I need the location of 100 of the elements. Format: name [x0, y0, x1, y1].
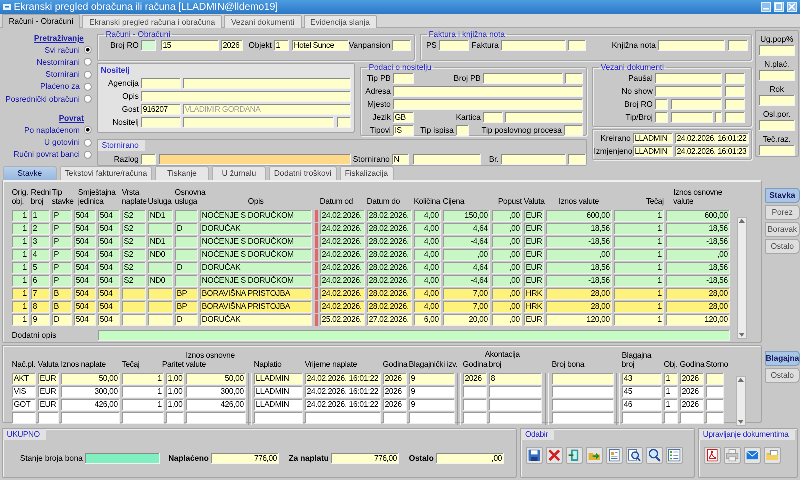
input-field[interactable]	[564, 125, 583, 136]
tab[interactable]: Ekranski pregled računa i obračuna	[82, 15, 222, 28]
input-field[interactable]: 916207	[141, 104, 181, 115]
tab[interactable]: Tekstovi fakture/računa	[60, 166, 152, 180]
input-field[interactable]	[159, 154, 351, 165]
radio-button[interactable]	[84, 126, 92, 134]
side-tab[interactable]: Blagajna	[765, 351, 800, 366]
scrollbar[interactable]	[736, 376, 746, 426]
input-field[interactable]: Hotel Sunce	[292, 40, 349, 51]
input-field[interactable]	[568, 40, 586, 51]
radio-button[interactable]	[84, 150, 92, 159]
input-field[interactable]	[501, 40, 566, 51]
input-field[interactable]: N	[392, 154, 409, 165]
folder-arrow-button[interactable]	[586, 447, 604, 464]
input-field[interactable]: 15	[161, 40, 219, 51]
input-field[interactable]	[725, 86, 745, 97]
input-field[interactable]	[141, 40, 156, 51]
input-field[interactable]	[183, 78, 351, 89]
scroll-down-icon[interactable]	[738, 332, 746, 338]
tab[interactable]: Stavke	[3, 166, 57, 180]
radio-button[interactable]	[84, 46, 92, 54]
input-field[interactable]	[439, 40, 469, 51]
input-field[interactable]: 1	[274, 40, 289, 51]
input-field[interactable]	[393, 73, 414, 84]
input-field[interactable]	[483, 112, 503, 123]
search-button[interactable]	[646, 447, 664, 464]
input-field[interactable]	[505, 112, 583, 123]
radio-button[interactable]	[84, 58, 92, 66]
radio-button[interactable]	[84, 70, 92, 79]
input-field[interactable]	[98, 330, 730, 340]
input-field[interactable]	[393, 99, 583, 110]
input-field[interactable]	[725, 112, 745, 123]
input-field[interactable]	[141, 78, 181, 89]
input-field[interactable]	[568, 154, 586, 165]
form-button[interactable]	[606, 447, 624, 464]
tab[interactable]: Vezani dokumenti	[224, 15, 302, 28]
input-field[interactable]: LLADMIN	[633, 133, 673, 144]
input-field[interactable]	[183, 117, 334, 128]
tab[interactable]: Fiskalizacija	[340, 166, 394, 180]
input-field[interactable]	[392, 40, 411, 51]
input-field[interactable]: IS	[393, 125, 414, 136]
input-field[interactable]	[141, 154, 156, 165]
side-tab[interactable]: Porez	[765, 205, 800, 220]
radio-button[interactable]	[84, 82, 92, 91]
input-field[interactable]	[655, 86, 722, 97]
input-field[interactable]	[413, 154, 481, 165]
input-field[interactable]: GB	[393, 112, 414, 123]
input-field[interactable]	[728, 40, 748, 51]
input-field[interactable]	[715, 112, 722, 123]
input-field[interactable]: 776,00	[211, 453, 279, 464]
input-field[interactable]	[141, 91, 351, 102]
input-field[interactable]: 2026	[221, 40, 243, 51]
input-field[interactable]	[725, 73, 745, 84]
radio-button[interactable]	[84, 95, 92, 104]
exit-button[interactable]	[566, 447, 584, 464]
side-tab[interactable]: Ostalo	[765, 368, 800, 383]
input-field[interactable]	[658, 40, 725, 51]
input-field[interactable]	[759, 145, 795, 156]
input-field[interactable]	[483, 73, 563, 84]
input-field[interactable]	[671, 112, 713, 123]
input-field[interactable]	[141, 117, 181, 128]
tab[interactable]: U žurnalu	[212, 166, 266, 180]
tab[interactable]: Tiskanje	[155, 166, 210, 180]
list-button[interactable]	[666, 447, 684, 464]
input-field[interactable]: 776,00	[331, 453, 399, 464]
input-field[interactable]	[456, 125, 469, 136]
input-field[interactable]	[759, 45, 795, 56]
input-field[interactable]	[759, 120, 795, 131]
pdf-button[interactable]	[704, 447, 722, 464]
tab[interactable]: Dodatni troškovi	[269, 166, 337, 180]
folder-button[interactable]	[764, 447, 782, 464]
tab[interactable]: Evidencija slanja	[304, 15, 378, 28]
save-button[interactable]	[526, 447, 544, 464]
scroll-down-icon[interactable]	[737, 419, 745, 425]
input-field[interactable]	[337, 117, 351, 128]
scroll-up-icon[interactable]	[737, 377, 745, 383]
input-field[interactable]	[655, 99, 668, 110]
document-search-button[interactable]	[626, 447, 644, 464]
input-field[interactable]	[655, 112, 668, 123]
mail-button[interactable]	[744, 447, 762, 464]
radio-button[interactable]	[84, 138, 92, 147]
input-field[interactable]	[393, 86, 583, 97]
side-tab[interactable]: Boravak	[765, 222, 800, 237]
input-field[interactable]	[565, 73, 583, 84]
input-field[interactable]	[671, 99, 722, 110]
input-field[interactable]	[501, 154, 566, 165]
scroll-up-icon[interactable]	[738, 218, 746, 224]
delete-button[interactable]	[546, 447, 564, 464]
input-field[interactable]: 24.02.2026. 16:01:22	[675, 133, 749, 144]
side-tab[interactable]: Stavka	[765, 188, 800, 203]
input-field[interactable]	[759, 70, 795, 81]
input-field[interactable]: 24.02.2026. 16:01:23	[675, 146, 749, 157]
input-field[interactable]	[655, 73, 722, 84]
input-field[interactable]	[725, 99, 745, 110]
input-field[interactable]	[85, 453, 160, 464]
input-field[interactable]	[759, 95, 795, 106]
side-tab[interactable]: Ostalo	[765, 239, 800, 254]
input-field[interactable]: ,00	[436, 453, 504, 464]
input-field[interactable]: LLADMIN	[633, 146, 673, 157]
tab[interactable]: Računi - Obračuni	[2, 14, 80, 28]
